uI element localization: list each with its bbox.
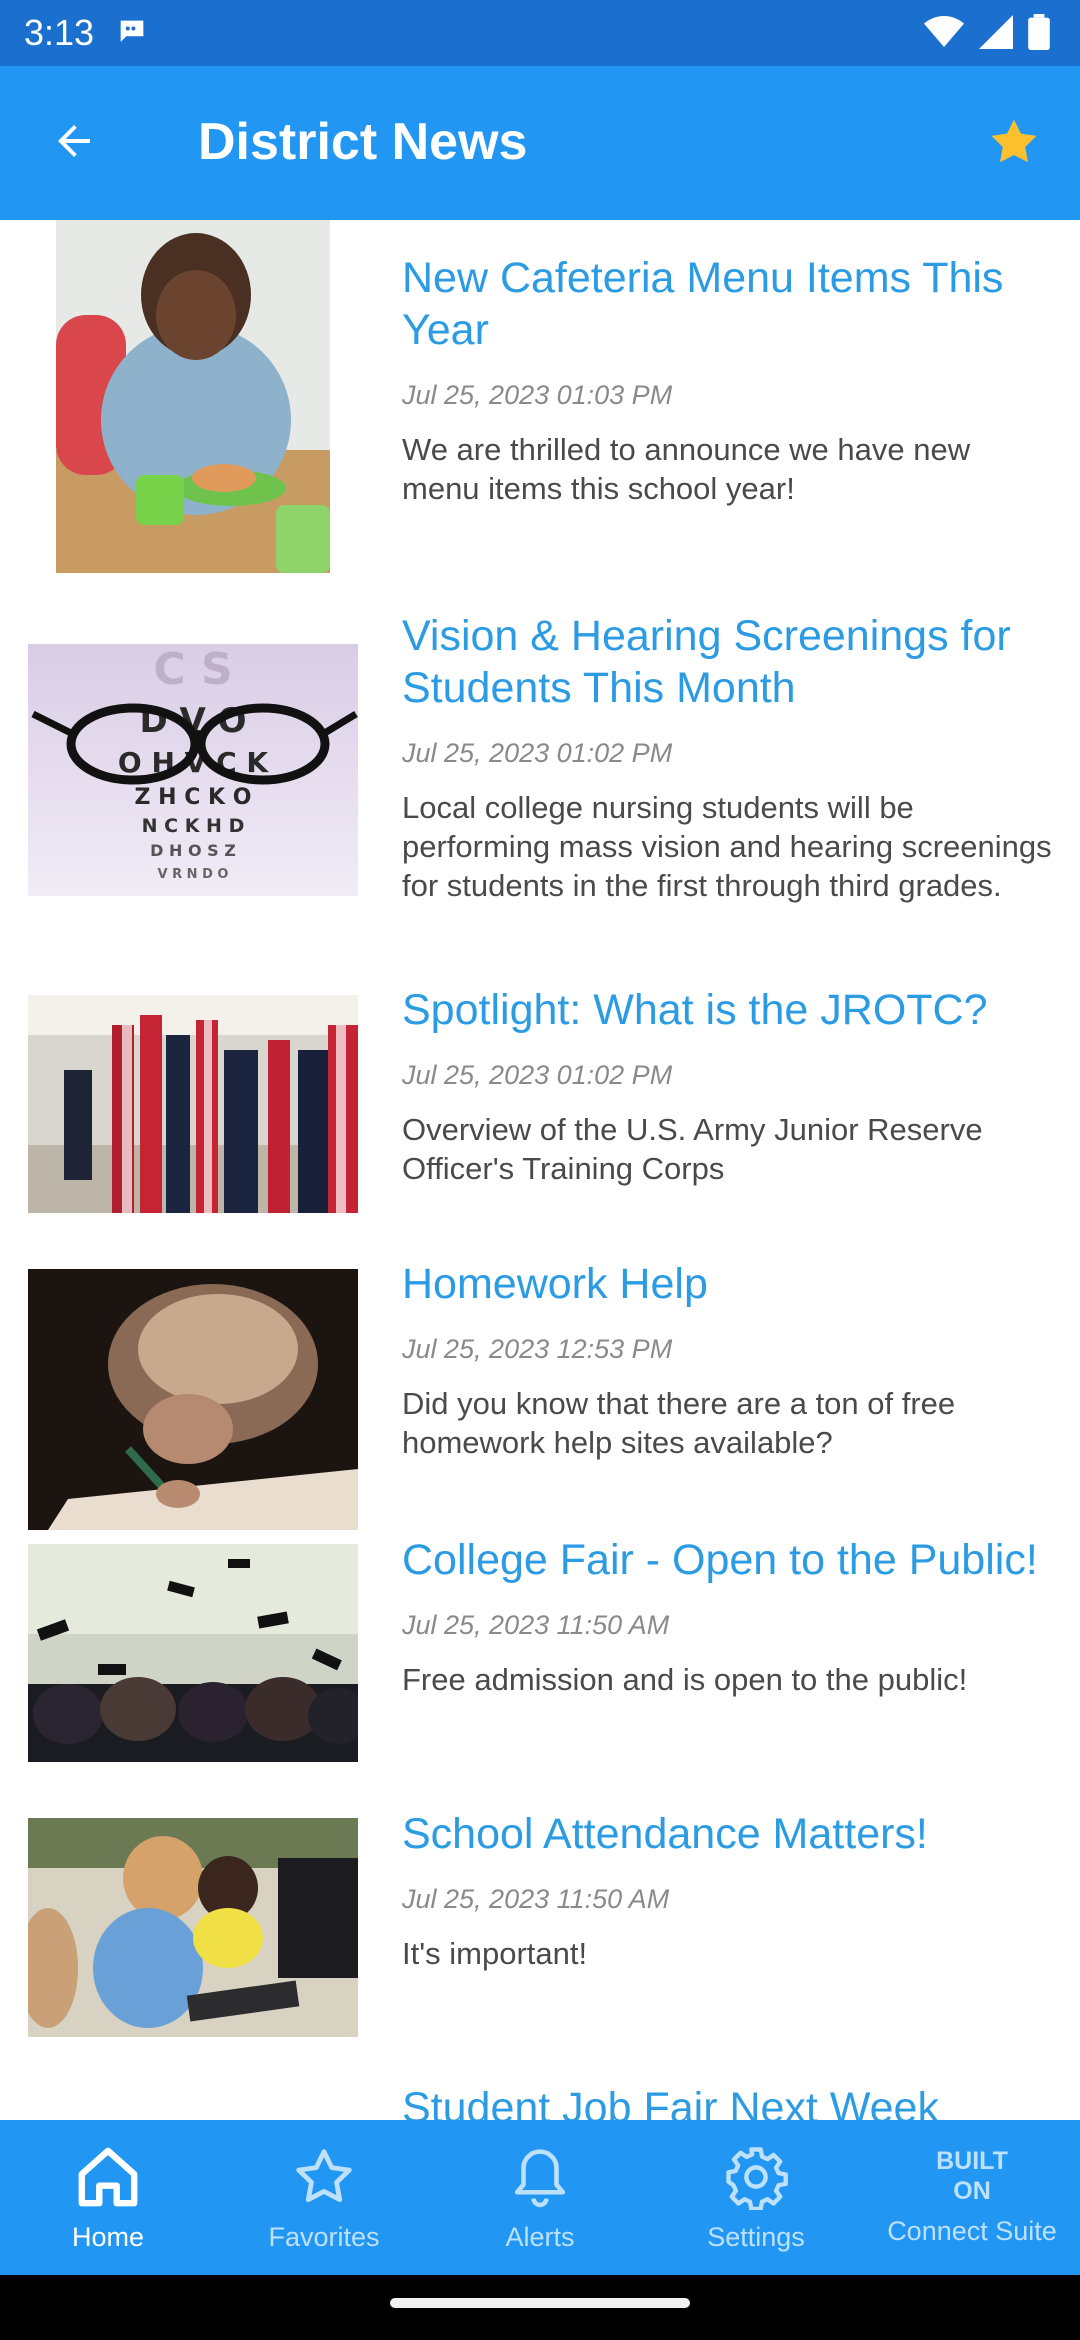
- news-thumbnail: [28, 1818, 358, 2037]
- news-thumbnail: [28, 995, 358, 1213]
- news-thumbnail: [28, 1544, 358, 1762]
- news-date: Jul 25, 2023 11:50 AM: [402, 1884, 670, 1914]
- news-description: Free admission and is open to the public…: [402, 1662, 968, 1697]
- news-item[interactable]: School Attendance Matters! Jul 25, 2023 …: [0, 1808, 1080, 2048]
- news-date: Jul 25, 2023 01:02 PM: [402, 738, 673, 768]
- back-button[interactable]: [44, 111, 104, 171]
- news-title[interactable]: Homework Help: [402, 1258, 1052, 1310]
- gear-icon: [726, 2147, 788, 2210]
- news-title[interactable]: College Fair - Open to the Public!: [402, 1534, 1052, 1586]
- nav-label: Connect Suite: [887, 2216, 1057, 2246]
- news-title[interactable]: Vision & Hearing Screenings for Students…: [402, 610, 1052, 714]
- news-description: It's important!: [402, 1936, 588, 1971]
- app-bar: District News: [0, 66, 1080, 220]
- news-date: Jul 25, 2023 01:03 PM: [402, 380, 673, 410]
- child-writing-image: [28, 1269, 358, 1530]
- graduation-image: [28, 1544, 358, 1762]
- news-description: Overview of the U.S. Army Junior Reserve…: [402, 1112, 983, 1186]
- status-icons: [924, 14, 1050, 50]
- news-list[interactable]: New Cafeteria Menu Items This Year Jul 2…: [0, 220, 1080, 2120]
- news-item[interactable]: Student Job Fair Next Week: [0, 2082, 1080, 2120]
- news-item[interactable]: Homework Help Jul 25, 2023 12:53 PM Did …: [0, 1258, 1080, 1530]
- star-icon: [991, 119, 1037, 163]
- news-item[interactable]: College Fair - Open to the Public! Jul 2…: [0, 1534, 1080, 1774]
- status-bar: 3:13: [0, 0, 1080, 66]
- nav-label: Favorites: [268, 2222, 380, 2252]
- news-item[interactable]: New Cafeteria Menu Items This Year Jul 2…: [0, 220, 1080, 576]
- signal-icon: [979, 15, 1013, 49]
- star-icon: [296, 2149, 352, 2203]
- news-item[interactable]: Spotlight: What is the JROTC? Jul 25, 20…: [0, 984, 1080, 1224]
- status-time: 3:13: [24, 12, 95, 53]
- nav-favorites[interactable]: Favorites: [216, 2120, 432, 2275]
- nav-label: Settings: [707, 2222, 805, 2252]
- svg-text:Z H C K O: Z H C K O: [135, 785, 252, 810]
- news-thumbnail: C S D V O O H V C K Z H C K O N C K H D …: [28, 644, 358, 896]
- news-description: Local college nursing students will be p…: [402, 790, 1052, 903]
- favorite-button[interactable]: [984, 112, 1044, 172]
- wifi-icon: [924, 16, 964, 47]
- nav-settings[interactable]: Settings: [648, 2120, 864, 2275]
- svg-text:D H O S Z: D H O S Z: [150, 841, 236, 860]
- nav-built-on[interactable]: BUILT ON Connect Suite: [864, 2120, 1080, 2275]
- flags-hallway-image: [28, 995, 358, 1213]
- news-thumbnail: [28, 1269, 358, 1530]
- svg-text:V R N D O: V R N D O: [158, 867, 229, 882]
- nav-home[interactable]: Home: [0, 2120, 216, 2275]
- built-on-logo: BUILT ON: [936, 2147, 1008, 2205]
- news-thumbnail: [56, 220, 330, 573]
- news-title[interactable]: School Attendance Matters!: [402, 1808, 1052, 1860]
- chat-notification-icon: [120, 20, 144, 42]
- news-description: Did you know that there are a ton of fre…: [402, 1386, 956, 1460]
- bottom-navigation: Home Favorites Alerts Settings BUILT ON …: [0, 2120, 1080, 2275]
- home-gesture-handle[interactable]: [390, 2298, 690, 2308]
- page-title: District News: [198, 113, 528, 171]
- news-title[interactable]: New Cafeteria Menu Items This Year: [402, 252, 1052, 356]
- news-item[interactable]: C S D V O O H V C K Z H C K O N C K H D …: [0, 610, 1080, 950]
- news-title[interactable]: Student Job Fair Next Week: [402, 2082, 1052, 2120]
- nav-label: Alerts: [505, 2222, 575, 2252]
- svg-text:C S: C S: [153, 644, 232, 695]
- news-description: We are thrilled to announce we have new …: [402, 432, 971, 506]
- arrow-back-icon: [58, 125, 90, 157]
- nav-alerts[interactable]: Alerts: [432, 2120, 648, 2275]
- svg-text:N C K H D: N C K H D: [142, 815, 245, 837]
- news-date: Jul 25, 2023 11:50 AM: [402, 1610, 670, 1640]
- eye-chart-image: C S D V O O H V C K Z H C K O N C K H D …: [28, 644, 358, 896]
- child-eating-image: [56, 220, 330, 573]
- system-navigation-bar: [0, 2275, 1080, 2340]
- kids-computers-image: [28, 1818, 358, 2037]
- news-title[interactable]: Spotlight: What is the JROTC?: [402, 984, 1052, 1036]
- bell-icon: [514, 2149, 566, 2208]
- battery-icon: [1028, 14, 1050, 50]
- news-date: Jul 25, 2023 12:53 PM: [402, 1334, 673, 1364]
- news-date: Jul 25, 2023 01:02 PM: [402, 1060, 673, 1090]
- home-icon: [78, 2147, 138, 2207]
- nav-label: Home: [71, 2222, 145, 2252]
